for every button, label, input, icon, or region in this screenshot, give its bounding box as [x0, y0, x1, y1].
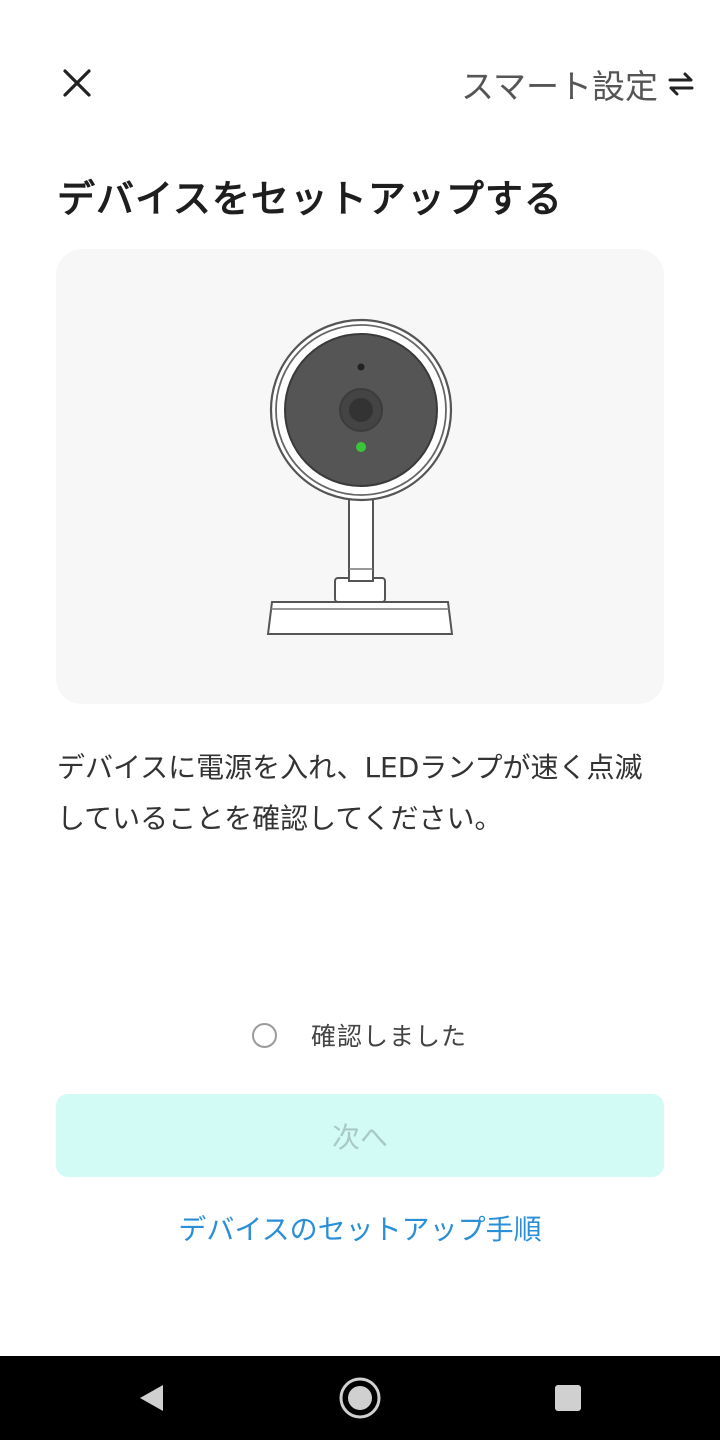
setup-instruction: デバイスに電源を入れ、LEDランプが速く点滅していることを確認してください。	[57, 751, 643, 835]
back-triangle-icon	[140, 1385, 163, 1411]
confirm-checkbox-row[interactable]: 確認しました	[252, 1014, 467, 1056]
nav-home-button[interactable]	[318, 1356, 402, 1440]
swap-icon	[668, 72, 694, 96]
close-icon	[63, 69, 91, 97]
smart-setup-label: スマート設定	[460, 67, 658, 106]
system-nav-bar	[0, 1356, 720, 1440]
nav-recents-button[interactable]	[526, 1356, 610, 1440]
confirm-radio[interactable]	[252, 1022, 277, 1048]
confirm-label: 確認しました	[311, 1022, 468, 1051]
home-circle-icon	[339, 1377, 381, 1419]
recents-square-icon	[555, 1385, 581, 1411]
smart-setup-switch[interactable]: スマート設定	[461, 60, 694, 108]
camera-stand	[348, 492, 374, 582]
camera-base	[266, 601, 454, 635]
camera-illustration-panel	[56, 249, 664, 704]
camera-illustration	[266, 318, 454, 635]
next-button[interactable]: 次へ	[56, 1094, 664, 1177]
close-button[interactable]	[52, 58, 102, 108]
page-title: デバイスをセットアップする	[57, 177, 563, 221]
setup-guide-link[interactable]: デバイスのセットアップ手順	[0, 1208, 720, 1248]
nav-back-button[interactable]	[109, 1356, 193, 1440]
led-indicator	[356, 442, 366, 452]
camera-sensor	[357, 363, 365, 371]
